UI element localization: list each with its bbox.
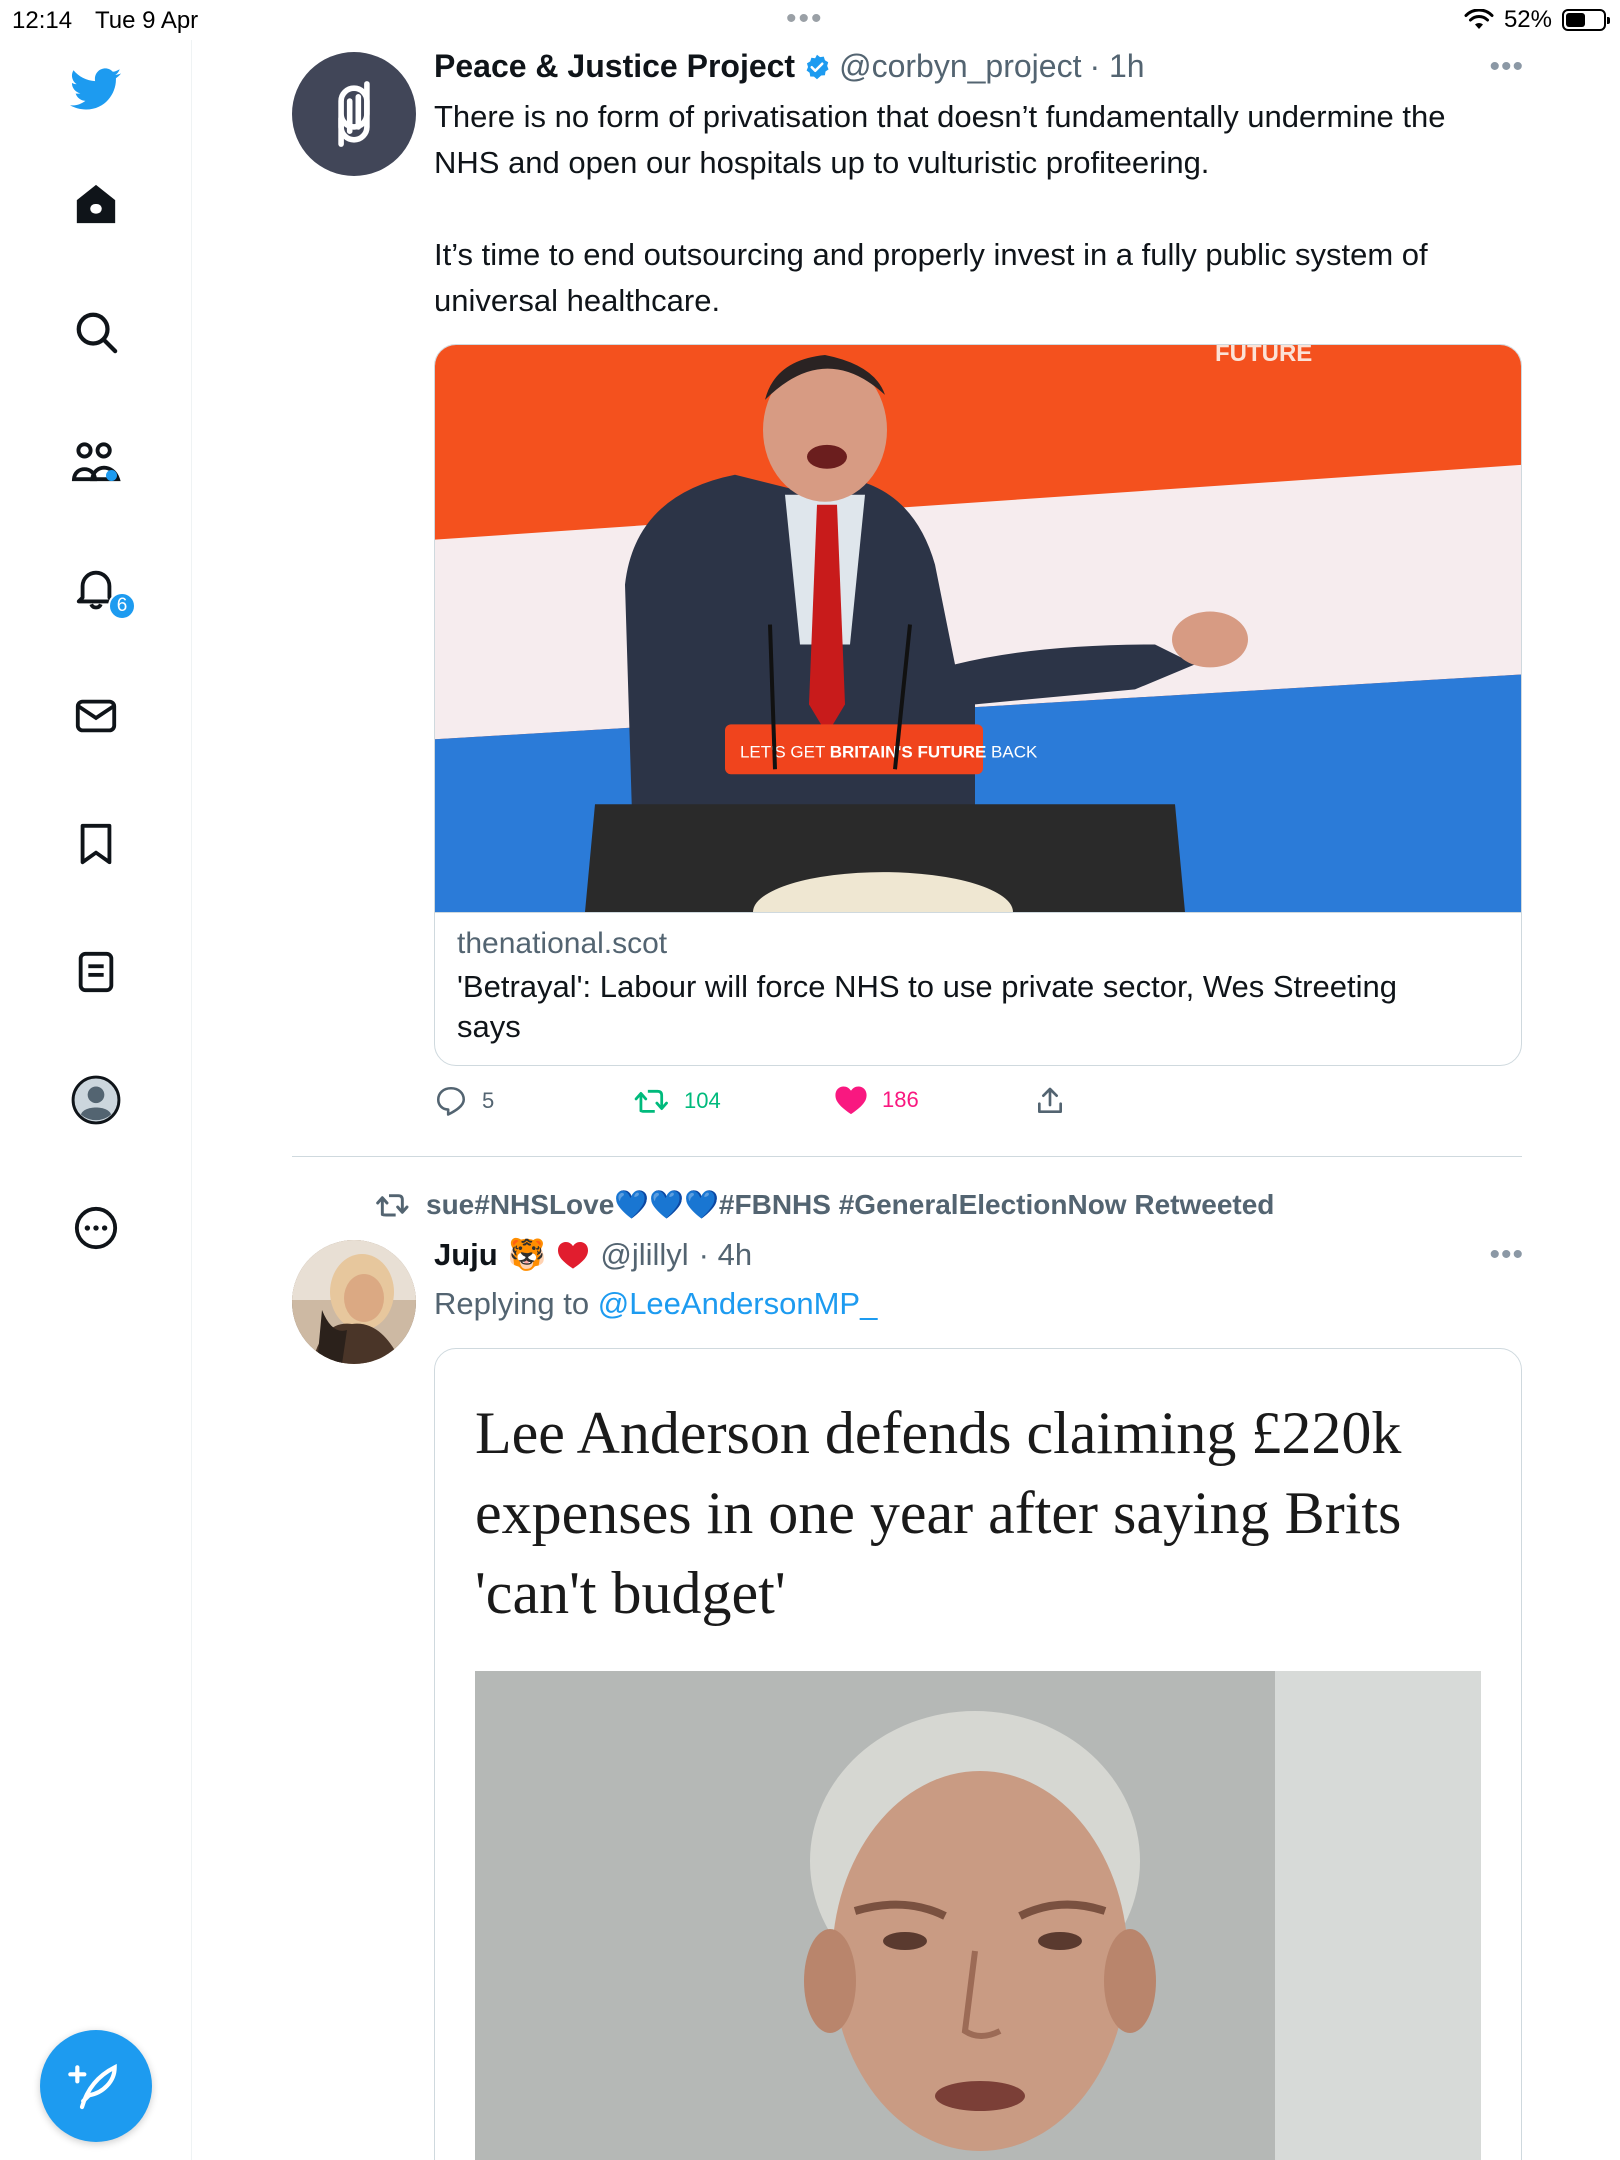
retweeter-name[interactable]: sue#NHSLove [426,1189,614,1220]
status-date: Tue 9 Apr [95,7,199,34]
tiger-emoji: 🐯 [507,1237,547,1272]
like-count: 186 [882,1087,919,1112]
messages-icon[interactable] [70,690,122,742]
replying-to-label: Replying to [434,1286,598,1321]
media-photo [475,1671,1481,2160]
reply-button[interactable]: 5 [434,1084,494,1118]
tweet-actions: 5 104 186 [434,1084,1134,1126]
tweet-text-paragraph: It’s time to end outsourcing and properl… [434,237,1428,318]
retweet-count: 104 [684,1088,721,1113]
battery-icon [1562,9,1610,31]
compose-feather-icon[interactable] [40,2030,152,2142]
peace-justice-logo-icon [338,81,370,147]
reply-count: 5 [482,1088,495,1113]
retweeted-by[interactable]: sue#NHSLove💙💙💙#FBNHS #GeneralElectionNow… [374,1188,1274,1221]
verified-badge-icon [806,54,829,79]
tweet-more-icon[interactable]: ••• [1489,1238,1524,1272]
author-name[interactable]: Juju [434,1237,498,1273]
author-name[interactable]: Peace & Justice Project [434,48,795,85]
tweet-divider [292,1156,1522,1157]
juju-avatar-image [292,1240,416,1364]
more-icon[interactable] [70,1202,122,1254]
like-heart-icon [835,1086,867,1115]
tweet-text-paragraph: There is no form of privatisation that d… [434,99,1446,180]
timeline: Peace & Justice Project @corbyn_project … [192,40,1620,2160]
retweet-icon [634,1089,668,1113]
home-icon[interactable] [70,178,122,230]
author-handle[interactable]: @corbyn_project [839,48,1081,85]
sidebar: 6 [0,40,192,2160]
banner-text: FUTURE [1215,345,1312,367]
status-bar: 12:14 Tue 9 Apr ••• 52% [0,0,1620,40]
link-card-title: 'Betrayal': Labour will force NHS to use… [457,969,1397,1044]
blue-heart-icon: 💙 [649,1189,685,1220]
retweet-button[interactable]: 104 [634,1084,721,1118]
tweet-author[interactable]: Juju 🐯 @jlillyl · 4h [434,1236,752,1273]
red-heart-icon [558,1241,589,1269]
media-headline: Lee Anderson defends claiming £220k expe… [475,1400,1402,1626]
multitasking-dots-icon[interactable]: ••• [786,2,824,36]
notifications-badge: 6 [108,592,136,620]
replying-to: Replying to @LeeAndersonMP_ [434,1286,877,1322]
reply-icon [436,1086,466,1116]
media-card[interactable]: Lee Anderson defends claiming £220k expe… [434,1348,1522,2160]
twitter-bird-icon[interactable] [70,64,122,116]
share-button[interactable] [1034,1084,1066,1118]
blue-heart-icon: 💙 [614,1189,650,1220]
link-card[interactable]: FUTURE LET'S GET BRITAIN'S FUTURE BACK t… [434,344,1522,1066]
status-time: 12:14 [12,7,73,34]
profile-icon[interactable] [70,1074,122,1126]
tweet-text: There is no form of privatisation that d… [434,94,1514,324]
avatar[interactable] [292,52,416,176]
lists-icon[interactable] [70,946,122,998]
like-button[interactable]: 186 [834,1084,919,1116]
tweet-author[interactable]: Peace & Justice Project @corbyn_project … [434,48,1145,85]
blue-heart-icon: 💙 [684,1189,719,1220]
replying-to-link[interactable]: @LeeAndersonMP_ [598,1286,878,1321]
status-right: 52% [1464,6,1610,34]
author-handle[interactable]: @jlillyl [600,1237,688,1273]
bookmarks-icon[interactable] [70,818,122,870]
retweeted-label: #FBNHS #GeneralElectionNow Retweeted [718,1189,1275,1220]
share-icon [1038,1087,1062,1113]
battery-percent: 52% [1503,6,1552,33]
communities-dot-badge [106,470,117,481]
wifi-icon [1464,9,1494,29]
search-icon[interactable] [70,306,122,358]
retweet-icon [376,1193,409,1216]
tweet-time: · 1h [1089,48,1145,84]
podium-sign: LET'S GET BRITAIN'S FUTURE BACK [740,742,1038,761]
tweet-more-icon[interactable]: ••• [1489,50,1524,84]
link-card-domain: thenational.scot [457,927,668,960]
link-card-image: FUTURE LET'S GET BRITAIN'S FUTURE BACK [435,345,1521,913]
tweet-time: · 4h [698,1236,753,1272]
avatar[interactable] [292,1240,416,1364]
